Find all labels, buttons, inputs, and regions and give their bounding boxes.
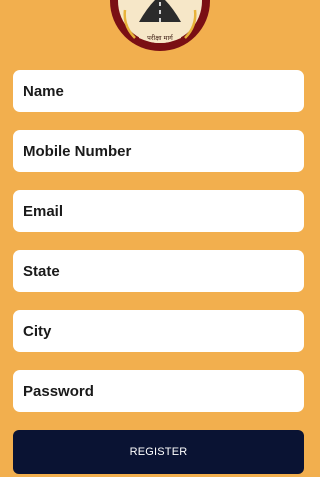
city-field[interactable] [13,310,304,352]
register-button[interactable]: REGISTER [13,430,304,474]
app-logo: परीक्षा मार्ग [110,0,210,51]
logo-text: परीक्षा मार्ग [147,34,174,42]
mobile-number-field[interactable] [13,130,304,172]
password-field[interactable] [13,370,304,412]
state-field[interactable] [13,250,304,292]
email-field[interactable] [13,190,304,232]
name-field[interactable] [13,70,304,112]
